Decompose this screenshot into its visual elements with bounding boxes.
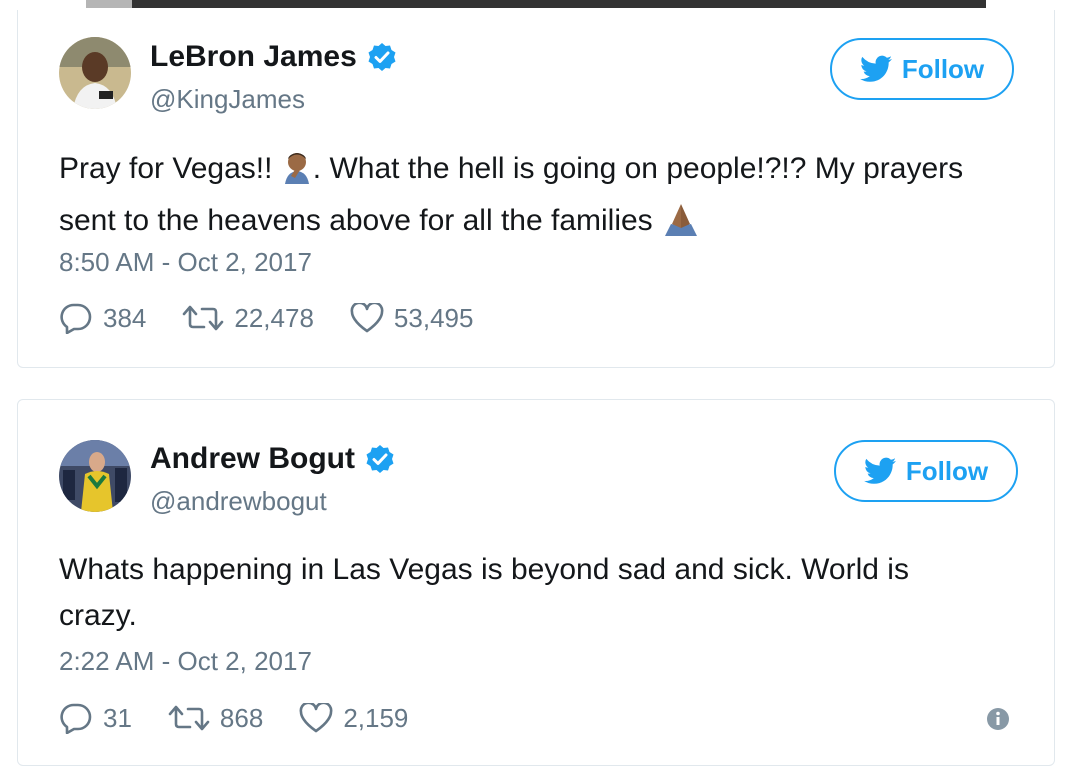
retweet-icon [183, 305, 224, 331]
handle[interactable]: @andrewbogut [150, 486, 327, 517]
like-count: 2,159 [343, 702, 409, 733]
tweet-card: LeBron James @KingJames Follow Pray for … [17, 10, 1055, 368]
like-action[interactable]: 2,159 [299, 703, 408, 734]
handle[interactable]: @KingJames [150, 84, 305, 115]
follow-button[interactable]: Follow [834, 440, 1018, 502]
like-count: 53,495 [393, 302, 474, 333]
follow-button[interactable]: Follow [830, 38, 1014, 100]
info-icon[interactable] [986, 707, 1010, 731]
reply-count: 384 [103, 302, 147, 333]
retweet-count: 868 [219, 702, 264, 733]
follow-label: Follow [901, 53, 985, 84]
like-icon [350, 303, 384, 333]
tweet-text: Pray for Vegas!! . What the hell is goin… [59, 146, 989, 250]
retweet-icon [168, 705, 210, 731]
facepalm-emoji [281, 150, 313, 198]
reply-action[interactable]: 384 [59, 302, 146, 334]
like-action[interactable]: 53,495 [350, 302, 474, 334]
display-name[interactable]: LeBron James [150, 40, 357, 74]
reply-count: 31 [103, 702, 132, 733]
verified-icon [367, 42, 397, 72]
timestamp[interactable]: 2:22 AM - Oct 2, 2017 [59, 646, 312, 677]
retweet-count: 22,478 [234, 302, 314, 333]
reply-icon [60, 703, 92, 734]
follow-label: Follow [905, 455, 989, 486]
verified-icon [365, 444, 395, 474]
tweet-actions: 31 868 2,159 [59, 702, 444, 734]
like-icon [299, 703, 333, 733]
avatar[interactable] [59, 440, 131, 512]
display-name[interactable]: Andrew Bogut [150, 442, 355, 476]
retweet-action[interactable]: 22,478 [182, 303, 314, 334]
avatar[interactable] [59, 37, 131, 109]
tweet-actions: 384 22,478 53,495 [59, 302, 509, 334]
reply-icon [60, 303, 92, 334]
reply-action[interactable]: 31 [59, 702, 132, 734]
twitter-bird-icon [863, 457, 896, 484]
tweet-card: Andrew Bogut @andrewbogut Follow Whats h… [17, 399, 1055, 766]
tweet-text-part: Pray for Vegas!! [59, 152, 281, 185]
retweet-action[interactable]: 868 [168, 703, 263, 734]
twitter-bird-icon [859, 55, 892, 82]
top-media-bar [86, 0, 986, 8]
pray-emoji [661, 202, 701, 250]
tweet-text: Whats happening in Las Vegas is beyond s… [59, 553, 909, 632]
timestamp[interactable]: 8:50 AM - Oct 2, 2017 [59, 247, 312, 278]
